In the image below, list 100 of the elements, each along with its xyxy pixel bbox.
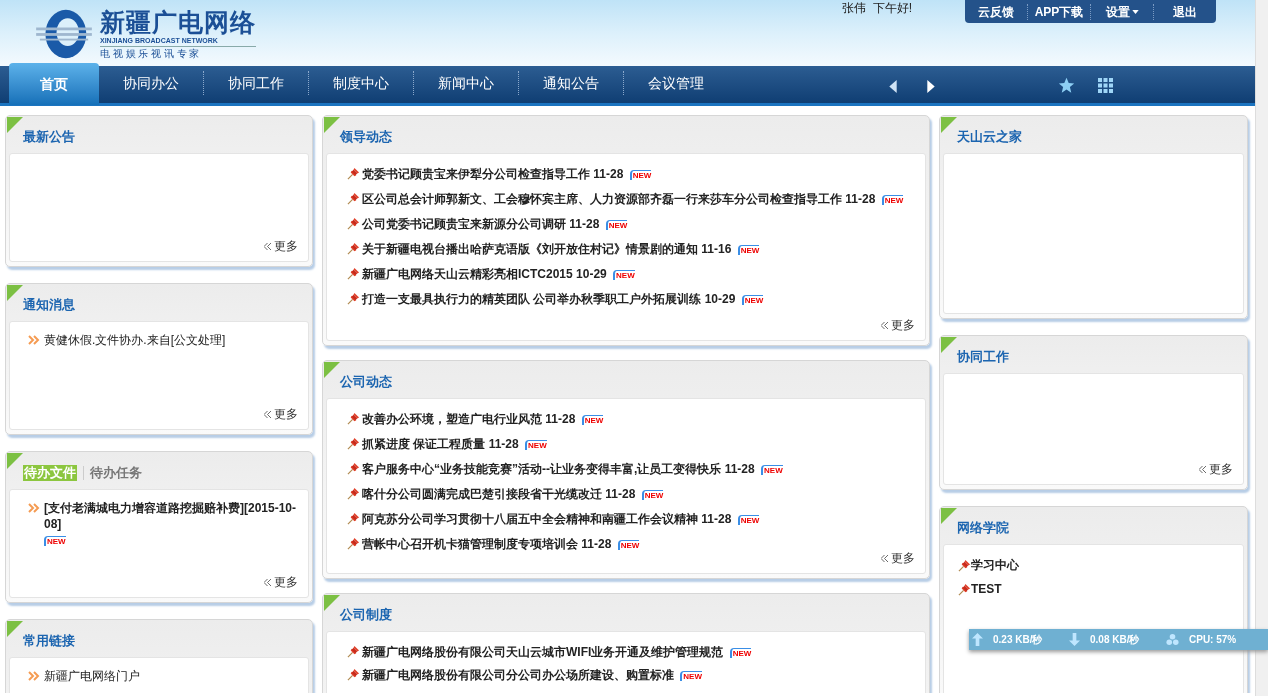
download-rate: 0.08 KB/秒	[1090, 633, 1141, 647]
pin-icon	[347, 537, 360, 550]
pin-icon	[347, 462, 360, 475]
corner-icon	[324, 595, 340, 611]
top-link[interactable]: 云反馈	[965, 2, 1027, 21]
news-link[interactable]: 改善办公环境，塑造广电行业风范	[362, 412, 542, 426]
double-chevron-icon	[1199, 465, 1206, 473]
top-link[interactable]: 退出	[1154, 2, 1216, 21]
corner-icon	[941, 117, 957, 133]
list-link[interactable]: 学习中心	[971, 557, 1019, 573]
nav-tab[interactable]: 会议管理	[624, 63, 728, 103]
pin-icon	[958, 582, 971, 596]
more-link[interactable]: 更多	[264, 405, 298, 423]
corner-icon	[7, 621, 23, 637]
panel-title: 最新公告	[23, 127, 75, 146]
new-badge: NEW	[680, 671, 702, 681]
double-chevron-icon	[881, 554, 888, 562]
pin-icon	[958, 558, 971, 572]
more-link[interactable]: 更多	[264, 573, 298, 591]
panel-title: 领导动态	[340, 127, 392, 146]
news-link[interactable]: 抓紧进度 保证工程质量	[362, 437, 486, 451]
new-badge: NEW	[737, 515, 760, 525]
more-link[interactable]: 更多	[881, 316, 915, 334]
new-badge: NEW	[629, 170, 652, 180]
pin-icon	[347, 437, 360, 450]
new-badge: NEW	[44, 536, 66, 546]
news-date: 11-28	[605, 487, 636, 501]
double-chevron-icon	[264, 578, 271, 586]
new-badge: NEW	[641, 490, 664, 500]
news-date: 11-28	[581, 537, 612, 551]
nav-tab[interactable]: 协同办公	[99, 63, 203, 103]
tab[interactable]: 待办任务	[90, 464, 142, 481]
corner-icon	[7, 117, 23, 133]
top-link[interactable]: APP下载	[1028, 2, 1090, 21]
list-link[interactable]: 黄健休假.文件协办.来自[公文处理]	[44, 332, 226, 348]
next-icon	[927, 80, 935, 93]
news-date: 11-28	[569, 217, 600, 231]
news-link[interactable]: 党委书记顾贵宝来伊犁分公司检查指导工作	[362, 167, 590, 181]
list-link[interactable]: [支付老满城电力增容道路挖掘赔补费][2015-10-08]	[44, 500, 300, 532]
news-link[interactable]: 营帐中心召开机卡猫管理制度专项培训会	[362, 537, 578, 551]
news-link[interactable]: 打造一支最具执行力的精英团队 公司举办秋季职工户外拓展训练	[362, 292, 702, 306]
news-link[interactable]: 区公司总会计师郭新文、工会穆怀宾主席、人力资源部齐磊一行来莎车分公司检查指导工作	[362, 192, 842, 206]
news-link[interactable]: 阿克苏分公司学习贯彻十八届五中全会精神和南疆工作会议精神	[362, 512, 698, 526]
nav-tab[interactable]: 通知公告	[519, 63, 623, 103]
panel-title: 公司动态	[340, 372, 392, 391]
upload-icon	[972, 633, 983, 646]
top-link[interactable]: 设置	[1091, 2, 1153, 21]
nav-tab[interactable]: 新闻中心	[414, 63, 518, 103]
list-link[interactable]: 新疆广电网络门户	[44, 668, 140, 684]
panel-title: 天山云之家	[957, 127, 1022, 146]
more-link[interactable]: 更多	[1199, 460, 1233, 478]
news-date: 11-28	[545, 412, 576, 426]
news-date: 11-28	[724, 462, 755, 476]
pin-icon	[347, 192, 360, 205]
star-icon	[1058, 77, 1075, 94]
new-badge: NEW	[613, 270, 635, 280]
panel-title: 通知消息	[23, 295, 75, 314]
news-link[interactable]: 公司党委书记顾贵宝来新源分公司调研	[362, 217, 566, 231]
news-link[interactable]: 客户服务中心“业务技能竞赛”活动--让业务变得丰富,让员工变得快乐	[362, 462, 722, 476]
grid-icon	[1098, 78, 1113, 93]
corner-icon	[941, 337, 957, 353]
cpu-icon	[1166, 633, 1179, 646]
previous-icon	[889, 80, 897, 93]
double-chevron-icon	[881, 321, 888, 329]
pin-icon	[347, 645, 360, 658]
nav-tab[interactable]: 协同工作	[204, 63, 308, 103]
news-link[interactable]: 新疆广电网络股份有限公司分公司办公场所建设、购置标准	[362, 668, 674, 682]
new-badge: NEW	[581, 415, 604, 425]
new-badge: NEW	[881, 195, 904, 205]
news-link[interactable]: 喀什分公司圆满完成巴楚引接段省干光缆改迁	[362, 487, 602, 501]
news-date: 11-28	[701, 512, 732, 526]
corner-icon	[7, 285, 23, 301]
double-chevron-icon	[264, 410, 271, 418]
new-badge: NEW	[605, 220, 628, 230]
pin-icon	[347, 267, 360, 280]
news-date: 11-16	[701, 242, 732, 256]
double-chevron-icon	[264, 242, 271, 250]
pin-icon	[347, 487, 360, 500]
news-link[interactable]: 新疆广电网络股份有限公司天山云城市WIFI业务开通及维护管理规范	[362, 645, 724, 659]
pin-icon	[347, 668, 360, 681]
double-arrow-icon	[28, 335, 40, 345]
new-badge: NEW	[729, 648, 752, 658]
news-link[interactable]: 新疆广电网络天山云精彩亮相ICTC2015	[362, 267, 573, 281]
new-badge: NEW	[737, 245, 760, 255]
logo-title: 新疆广电网络	[100, 8, 256, 36]
news-link[interactable]: 关于新疆电视台播出哈萨克语版《刘开放住村记》情景剧的通知	[362, 242, 698, 256]
list-link[interactable]: TEST	[971, 581, 1002, 597]
pin-icon	[347, 512, 360, 525]
new-badge: NEW	[617, 540, 640, 550]
nav-tab[interactable]: 制度中心	[309, 63, 413, 103]
pin-icon	[347, 292, 360, 305]
cpu-usage: CPU: 57%	[1189, 633, 1237, 647]
greeting: 张伟 下午好!	[842, 0, 912, 16]
more-link[interactable]: 更多	[881, 549, 915, 567]
corner-icon	[7, 453, 23, 469]
more-link[interactable]: 更多	[264, 237, 298, 255]
download-icon	[1069, 633, 1080, 646]
corner-icon	[324, 117, 340, 133]
news-date: 10-29	[704, 292, 736, 306]
pin-icon	[347, 412, 360, 425]
